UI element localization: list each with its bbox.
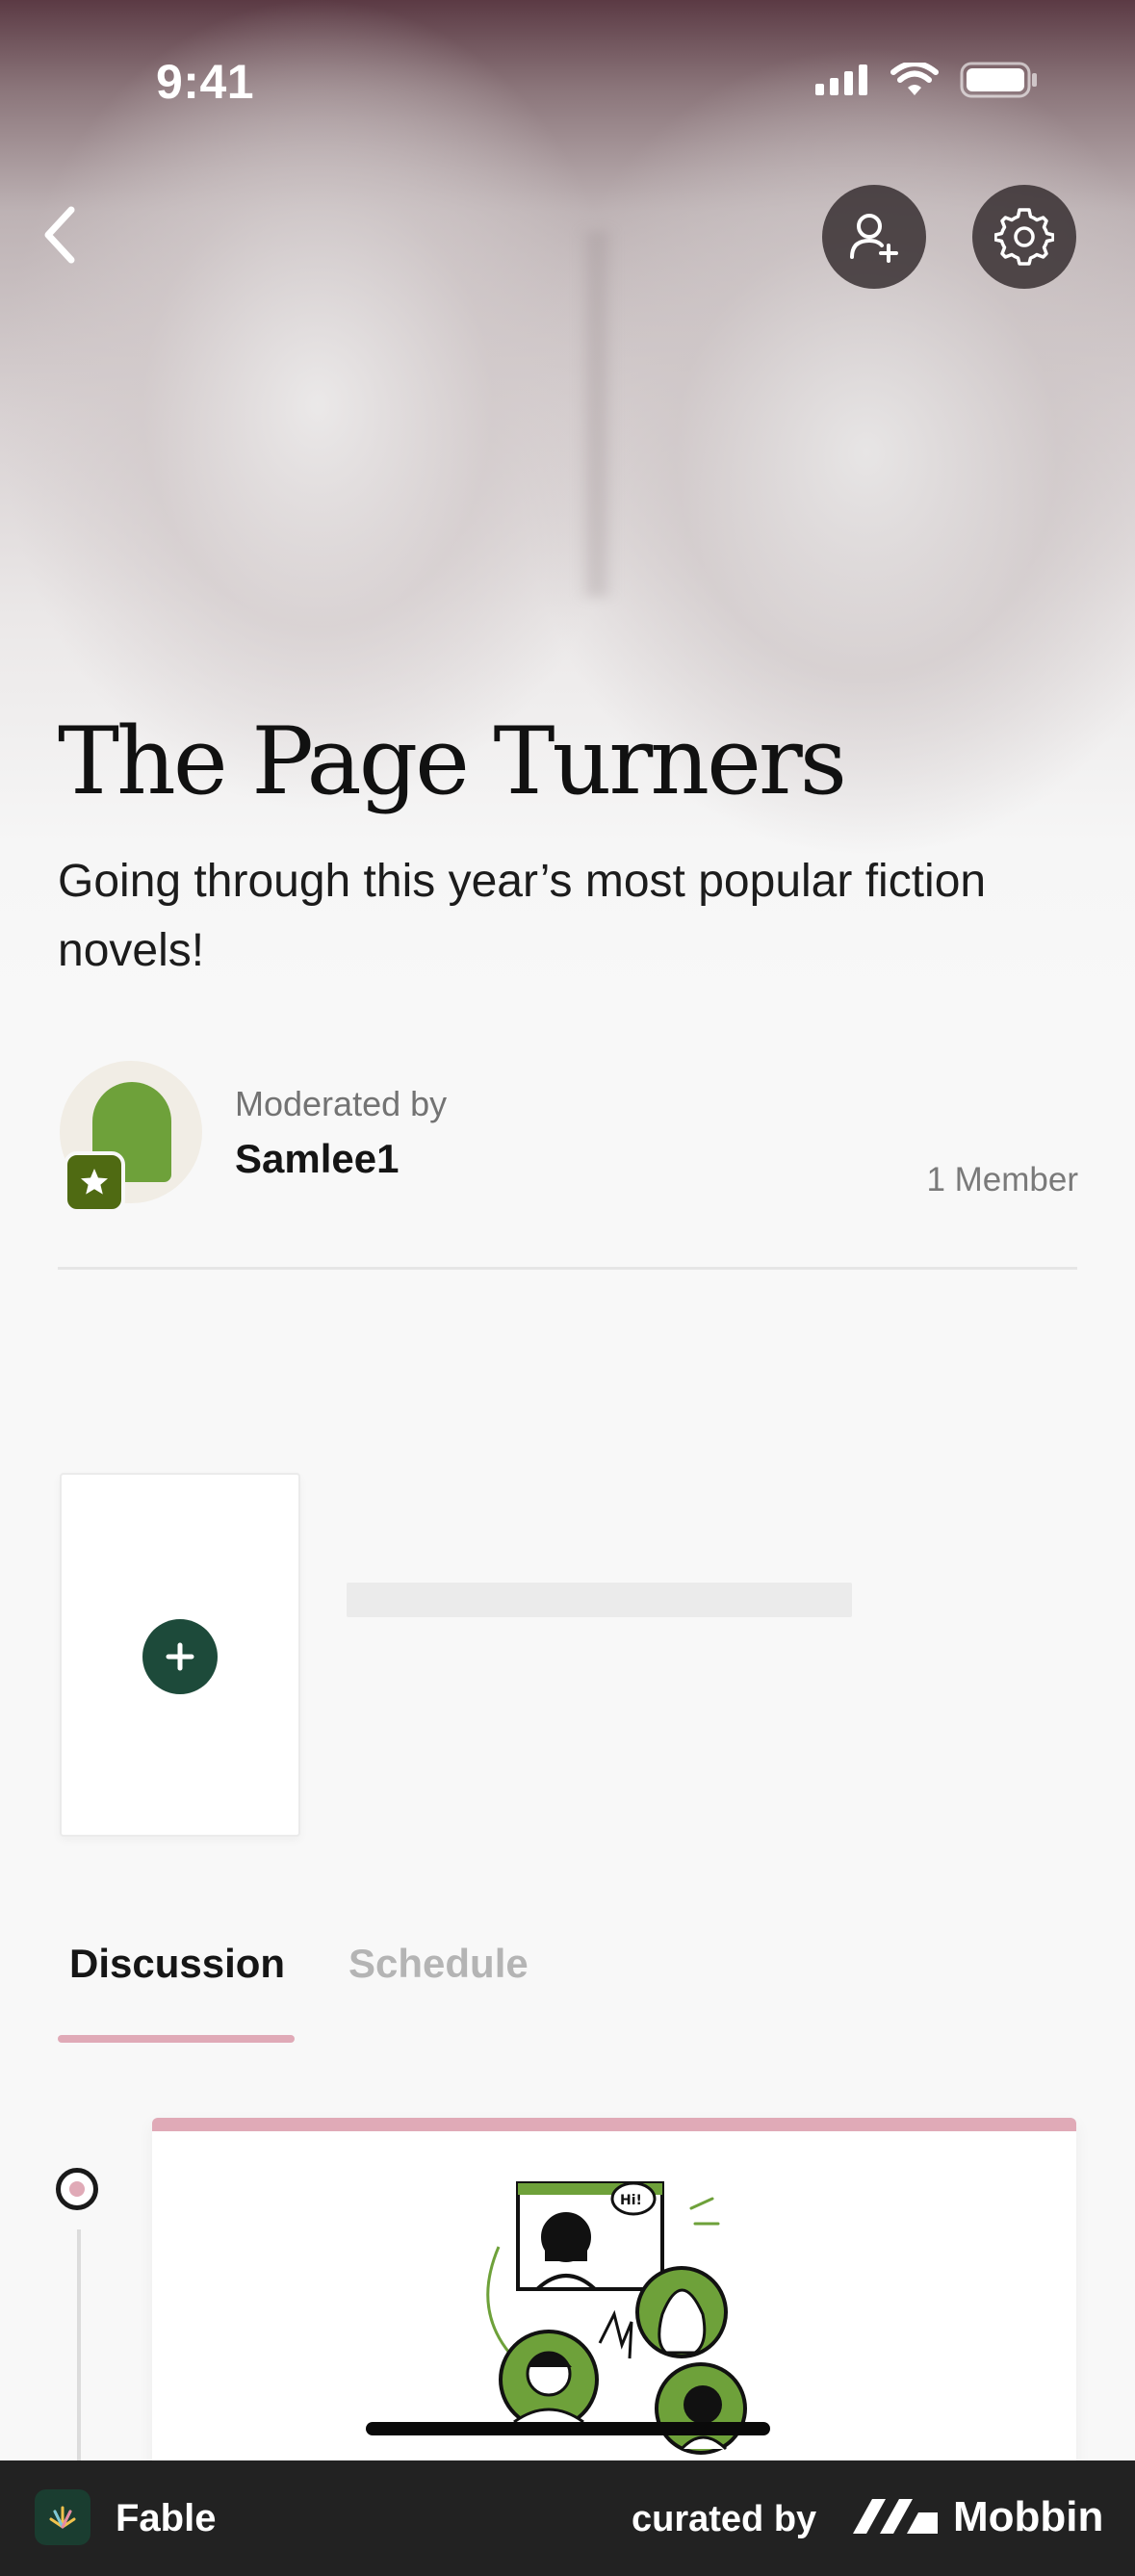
- battery-icon: [960, 62, 1037, 98]
- active-tab-indicator: [58, 2035, 295, 2043]
- plus-icon: [166, 1642, 194, 1671]
- invite-member-button[interactable]: [822, 185, 926, 289]
- club-description: Going through this year’s most popular f…: [58, 856, 987, 976]
- footer-brand: Mobbin: [953, 2493, 1104, 2540]
- footer-app-name: Fable: [116, 2497, 217, 2539]
- club-tabs: Discussion Schedule: [58, 1941, 1077, 2047]
- star-icon: [81, 1169, 108, 1195]
- gear-icon: [994, 208, 1054, 266]
- signal-icon: [815, 64, 867, 95]
- back-button[interactable]: [33, 196, 90, 273]
- member-count[interactable]: 1 Member: [926, 1161, 1078, 1199]
- status-icons: [815, 62, 1039, 98]
- person-add-icon: [850, 214, 898, 263]
- status-bar: 9:41: [0, 0, 1135, 164]
- footer-curated-label: curated by: [632, 2499, 817, 2539]
- timeline-marker-fill: [69, 2181, 85, 2197]
- moderator-star-badge: [64, 1151, 125, 1213]
- book-title-placeholder: [347, 1583, 852, 1617]
- chevron-left-icon: [44, 206, 75, 264]
- home-indicator: [366, 2422, 770, 2435]
- moderated-by-label: Moderated by: [235, 1084, 448, 1123]
- svg-text:Hi!: Hi!: [620, 2193, 642, 2208]
- cover-crease: [578, 231, 616, 597]
- mobbin-logo-icon: [853, 2499, 938, 2534]
- wifi-icon: [890, 63, 939, 95]
- tab-schedule[interactable]: Schedule: [348, 1941, 529, 1987]
- moderator-row[interactable]: Moderated by Samlee1 1 Member: [58, 1059, 1078, 1213]
- timeline-line: [77, 2229, 81, 2470]
- add-book-button[interactable]: [142, 1619, 218, 1694]
- fable-logo-icon: [49, 2506, 76, 2529]
- settings-button[interactable]: [972, 185, 1076, 289]
- timeline-marker: [56, 2168, 98, 2210]
- discussion-card[interactable]: Hi!: [152, 2118, 1076, 2516]
- tab-discussion[interactable]: Discussion: [69, 1941, 285, 1987]
- group-chat-illustration: Hi!: [486, 2181, 747, 2455]
- fable-app-icon: [35, 2489, 90, 2545]
- add-book-card[interactable]: [60, 1473, 300, 1837]
- status-time: 9:41: [156, 55, 255, 109]
- club-title: The Page Turners: [58, 708, 847, 815]
- divider: [58, 1267, 1077, 1270]
- moderator-name[interactable]: Samlee1: [235, 1136, 399, 1182]
